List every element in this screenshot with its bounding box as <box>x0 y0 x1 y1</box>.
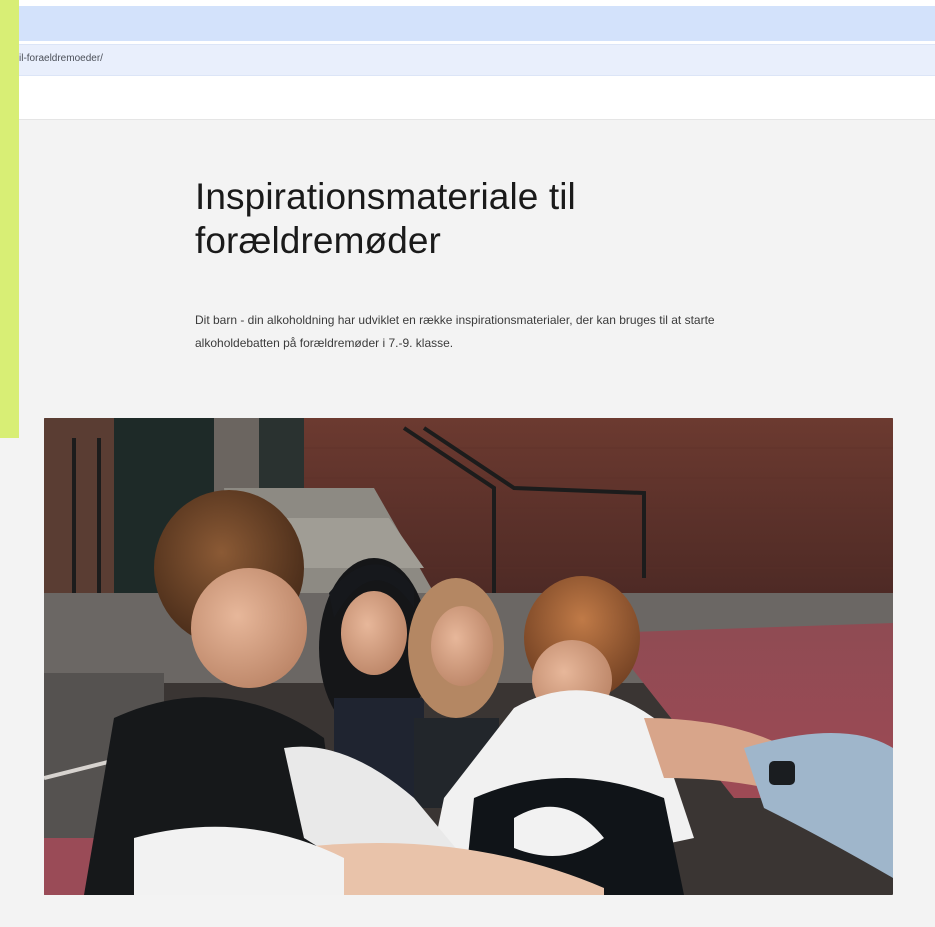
hero-photo <box>44 418 893 895</box>
intro-paragraph: Dit barn - din alkoholdning har udviklet… <box>195 313 715 350</box>
browser-viewport: il-foraeldremoeder/ Inspirationsmaterial… <box>0 0 935 927</box>
page-title: Inspirationsmateriale til forældremøder <box>195 176 576 261</box>
url-text[interactable]: il-foraeldremoeder/ <box>19 53 103 64</box>
side-accent-strip <box>0 0 19 438</box>
address-bar[interactable]: il-foraeldremoeder/ <box>0 44 935 76</box>
header-divider <box>0 119 935 120</box>
browser-tab-strip[interactable] <box>0 6 935 41</box>
hero-photo-illustration <box>44 418 893 895</box>
